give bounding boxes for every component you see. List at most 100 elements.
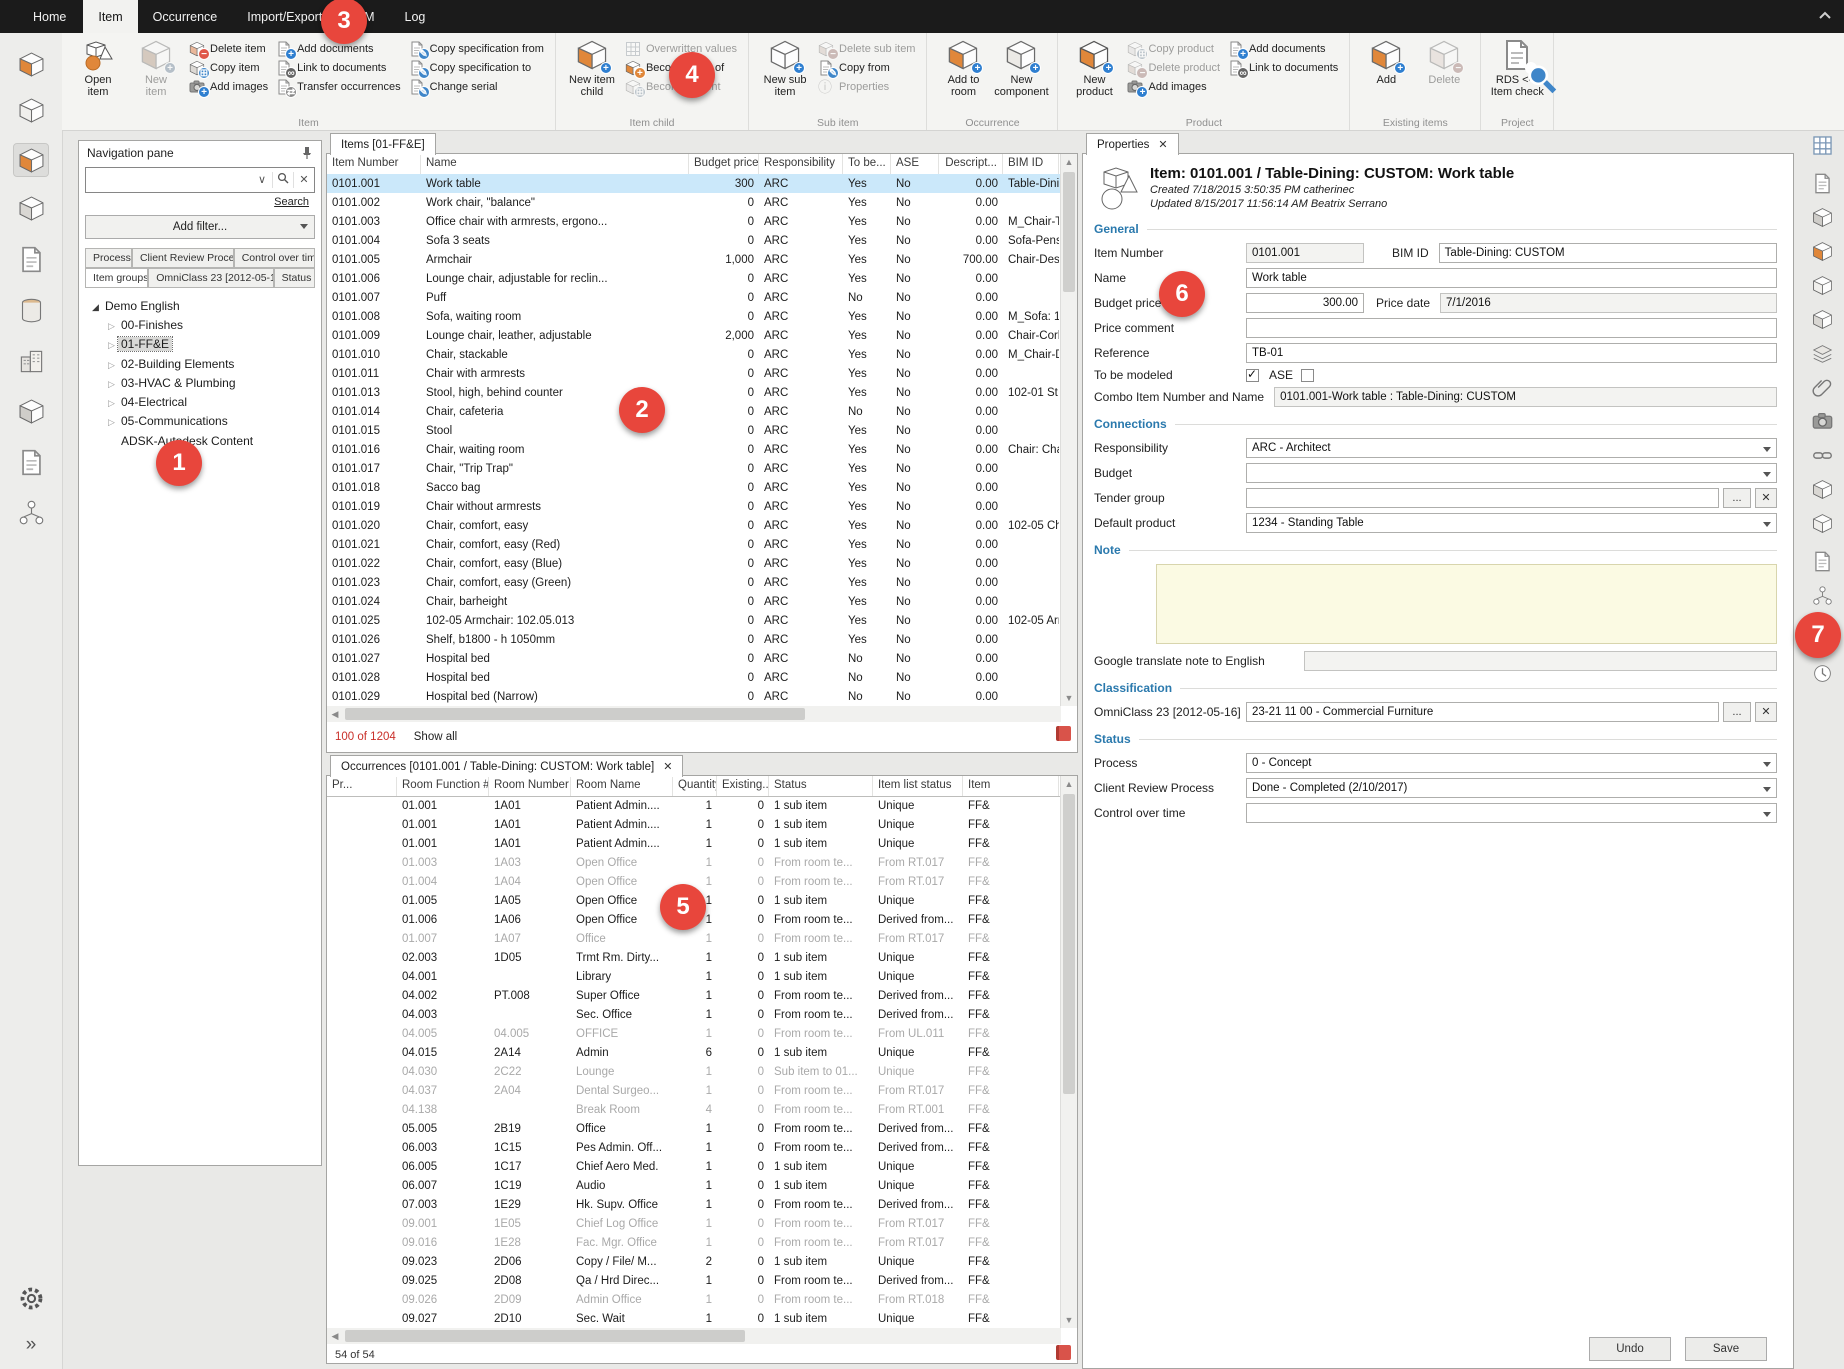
boxes-icon[interactable] [1809,477,1835,501]
tree-item-00-finishes[interactable]: ▷00-Finishes [79,315,321,334]
tree-item-adsk-autodesk-content[interactable]: ADSK-Autodesk Content [79,431,321,450]
add-to-room-button[interactable]: +Add toroom [934,35,992,98]
occurrence-row[interactable]: 04.0372A04Dental Surgeo...10From room te… [327,1081,1061,1100]
items-horizontal-scrollbar[interactable]: ◀ [327,706,1061,722]
connections-icon[interactable] [14,496,48,528]
occurrence-row[interactable]: 01.0031A03Open Office10From room te...Fr… [327,853,1061,872]
occurrences-report-icon[interactable] [1056,1345,1071,1360]
nav-tab-item-groups[interactable]: Item groups [85,268,148,288]
layers-icon[interactable] [1809,341,1835,365]
responsibility-select[interactable]: ARC - Architect [1246,438,1777,458]
item-row[interactable]: 0101.029Hospital bed (Narrow)0ARCNoNo0.0… [327,687,1061,706]
budget-price-field[interactable]: 300.00 [1246,293,1364,313]
control-over-time-select[interactable] [1246,803,1777,823]
cube-export-icon[interactable] [1809,307,1835,331]
transfer-occurrences-button[interactable]: ⇄Transfer occurrences [272,77,405,96]
occurrence-row[interactable]: 01.0071A07Office10From room te...From RT… [327,929,1061,948]
column-header-quantity[interactable]: Quantity [673,776,717,796]
add-images-button[interactable]: +Add images [1123,77,1224,96]
item-row[interactable]: 0101.023Chair, comfort, easy (Green)0ARC… [327,573,1061,592]
bim-id-field[interactable]: Table-Dining: CUSTOM [1439,243,1777,263]
omniclass-field[interactable]: 23-21 11 00 - Commercial Furniture [1246,702,1719,722]
occurrence-row[interactable]: 04.0302C22Lounge10Sub item to 01...Uniqu… [327,1062,1061,1081]
occurrence-row[interactable]: 09.0232D06Copy / File/ M...201 sub itemU… [327,1252,1061,1271]
occurrence-row[interactable]: 09.0262D09Admin Office10From room te...F… [327,1290,1061,1309]
item-row[interactable]: 0101.020Chair, comfort, easy0ARCYesNo0.0… [327,516,1061,535]
item-row[interactable]: 0101.005Armchair1,000ARCYesNo700.00Chair… [327,250,1061,269]
occurrence-row[interactable]: 09.0011E05Chief Log Office10From room te… [327,1214,1061,1233]
ase-checkbox[interactable] [1301,369,1314,382]
nav-tab-omniclass-23-2012-05-16[interactable]: OmniClass 23 [2012-05-16] [148,268,273,288]
omniclass-browse-button[interactable]: ... [1723,702,1751,722]
occurrence-row[interactable]: 04.002PT.008Super Office10From room te..… [327,986,1061,1005]
tender-group-clear-icon[interactable]: ✕ [1755,488,1777,508]
nav-tab-process[interactable]: Process [85,248,132,268]
occurrences-vertical-scrollbar[interactable]: ▲ ▼ [1060,776,1077,1328]
undo-button[interactable]: Undo [1589,1337,1671,1361]
copy-item-button[interactable]: ⊞Copy item [185,58,272,77]
column-header-room-name[interactable]: Room Name [571,776,673,796]
column-header-room-number[interactable]: Room Number [489,776,571,796]
item-row[interactable]: 0101.009Lounge chair, leather, adjustabl… [327,326,1061,345]
link-to-documents-button[interactable]: ∞Link to documents [272,58,405,77]
process-select[interactable]: 0 - Concept [1246,753,1777,773]
column-header-item[interactable]: Item [963,776,1059,796]
occurrence-row[interactable]: 01.0011A01Patient Admin....101 sub itemU… [327,815,1061,834]
to-be-modeled-checkbox[interactable] [1246,369,1259,382]
reference-field[interactable]: TB-01 [1246,343,1777,363]
item-row[interactable]: 0101.021Chair, comfort, easy (Red)0ARCYe… [327,535,1061,554]
products-stack-icon[interactable] [14,192,48,224]
occurrence-row[interactable]: 04.001Library101 sub itemUniqueFF& [327,967,1061,986]
share-icon[interactable] [1809,583,1835,607]
name-field[interactable]: Work table [1246,268,1777,288]
item-row[interactable]: 0101.006Lounge chair, adjustable for rec… [327,269,1061,288]
occurrence-row[interactable]: 06.0031C15Pes Admin. Off...10From room t… [327,1138,1061,1157]
copy-specification-from-button[interactable]: ✎Copy specification from [405,39,548,58]
tab-occurrences[interactable]: Occurrences [0101.001 / Table-Dining: CU… [330,755,683,777]
packages-icon[interactable] [14,395,48,427]
rooms-cube-icon[interactable] [14,94,48,126]
nav-tab-status[interactable]: Status [274,268,315,288]
add-filter-button[interactable]: Add filter... [85,215,315,239]
item-row[interactable]: 0101.004Sofa 3 seats0ARCYesNo0.00Sofa-Pe… [327,231,1061,250]
buildings-icon[interactable] [14,345,48,377]
column-header-responsibility[interactable]: Responsibility [759,154,843,174]
occurrence-row[interactable]: 09.0272D10Sec. Wait101 sub itemUniqueFF& [327,1309,1061,1328]
occurrence-row[interactable]: 01.0011A01Patient Admin....101 sub itemU… [327,834,1061,853]
column-header-room-function[interactable]: Room Function #: [397,776,489,796]
column-header-bim-id[interactable]: BIM ID [1003,154,1059,174]
occurrence-row[interactable]: 05.0052B19Office10From room te...Derived… [327,1119,1061,1138]
tab-items[interactable]: Items [01-FF&E] [330,133,436,155]
column-header-to-be[interactable]: To be... [843,154,891,174]
clear-search-icon[interactable]: ✕ [293,172,314,188]
expand-strip-icon[interactable]: » [0,1334,62,1356]
occurrence-row[interactable]: 04.00504.005OFFICE10From room te...From … [327,1024,1061,1043]
camera-icon[interactable] [1809,409,1835,433]
column-header-item-list-status[interactable]: Item list status [873,776,963,796]
save-button[interactable]: Save [1685,1337,1767,1361]
add-images-button[interactable]: +Add images [185,77,272,96]
item-row[interactable]: 0101.015Stool0ARCYesNo0.00 [327,421,1061,440]
column-header-budget-price[interactable]: Budget price [689,154,759,174]
menu-item[interactable]: Item [83,0,137,33]
rds-item-check-button[interactable]: RDS <->Item check [1488,35,1546,98]
info-panel-icon[interactable] [1809,171,1835,195]
client-review-process-select[interactable]: Done - Completed (2/10/2017) [1246,778,1777,798]
note-textarea[interactable] [1156,564,1777,644]
item-row[interactable]: 0101.024Chair, barheight0ARCYesNo0.00 [327,592,1061,611]
close-occurrences-tab-icon[interactable]: ✕ [663,760,672,773]
occurrence-row[interactable]: 09.0252D08Qa / Hrd Direc...10From room t… [327,1271,1061,1290]
add-filter-dropdown-icon[interactable] [300,224,308,229]
occurrence-row[interactable]: 06.0051C17Chief Aero Med.101 sub itemUni… [327,1157,1061,1176]
clipboard-icon[interactable] [1809,549,1835,573]
database-icon[interactable] [14,294,48,326]
change-serial-button[interactable]: ✎Change serial [405,77,548,96]
open-item-button[interactable]: Openitem [69,35,127,98]
combo-item-number-name-field[interactable]: 0101.001-Work table : Table-Dining: CUST… [1274,387,1777,407]
item-row[interactable]: 0101.011Chair with armrests0ARCYesNo0.00 [327,364,1061,383]
tender-group-field[interactable] [1246,488,1719,508]
item-row[interactable]: 0101.028Hospital bed0ARCNoNo0.00 [327,668,1061,687]
item-row[interactable]: 0101.022Chair, comfort, easy (Blue)0ARCY… [327,554,1061,573]
occurrence-row[interactable]: 09.0161E28Fac. Mgr. Office10From room te… [327,1233,1061,1252]
occurrences-horizontal-scrollbar[interactable]: ◀ [327,1328,1061,1344]
